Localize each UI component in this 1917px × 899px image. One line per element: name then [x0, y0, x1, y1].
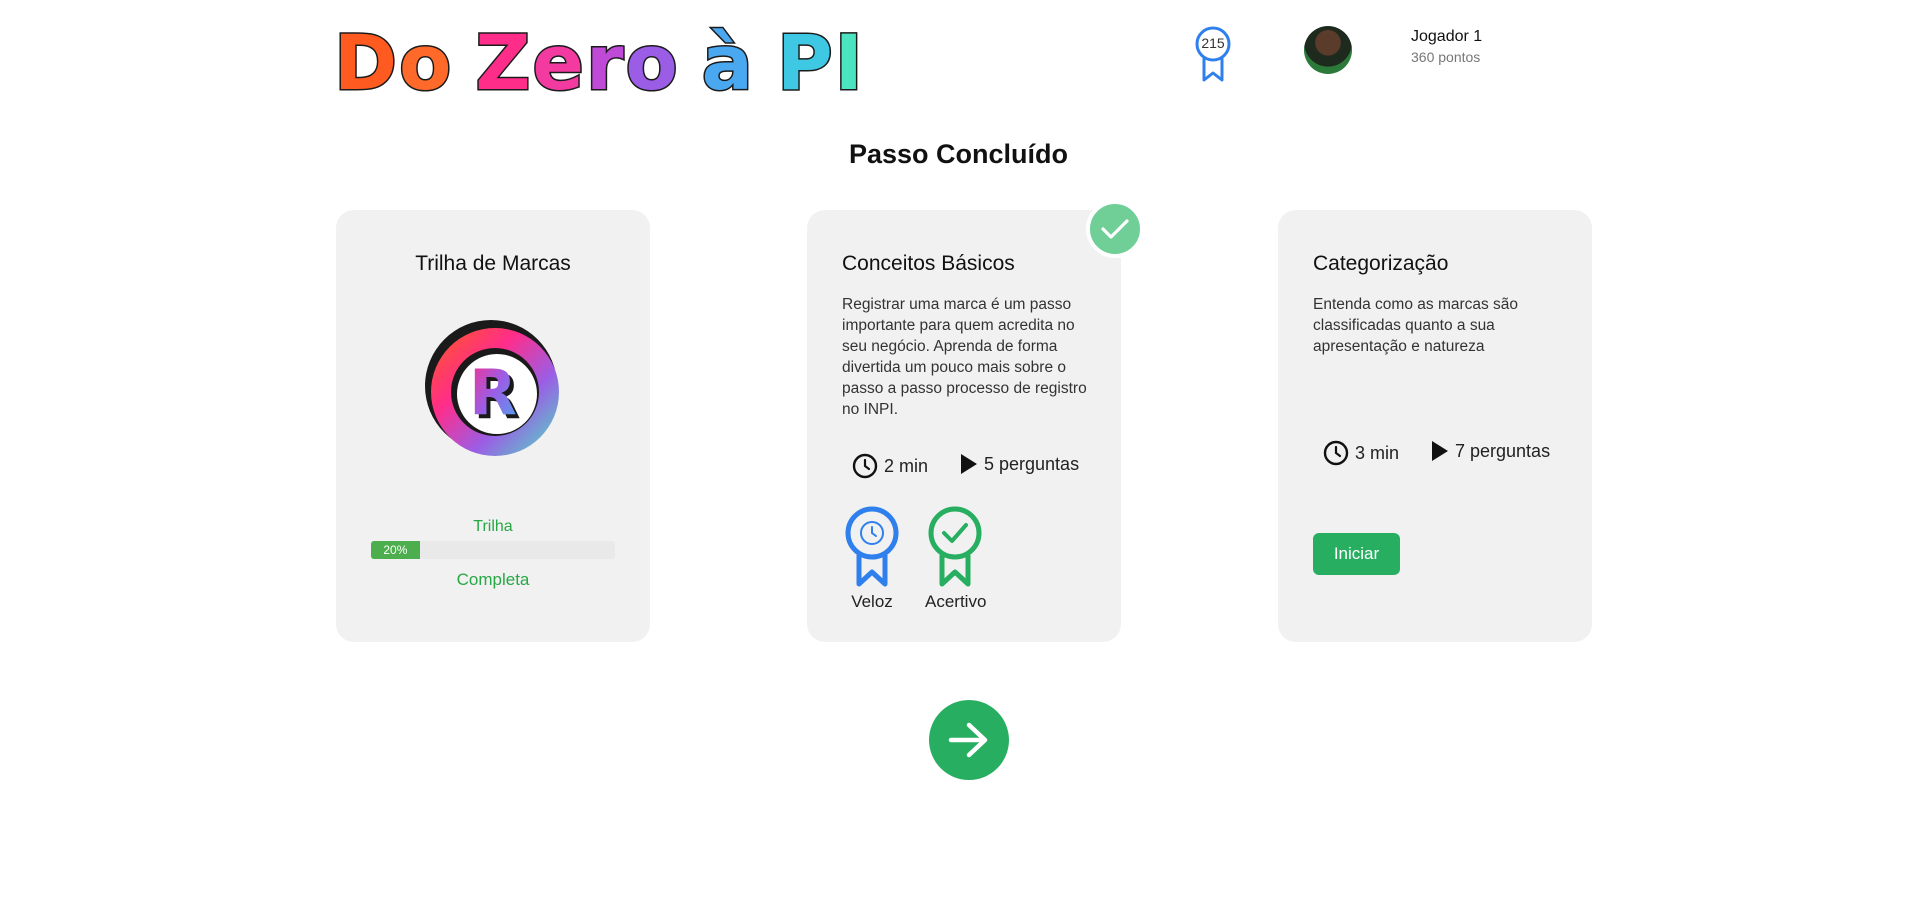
card-title: Trilha de Marcas: [415, 252, 571, 275]
start-button[interactable]: Iniciar: [1313, 533, 1400, 575]
score-badge[interactable]: 215: [1193, 26, 1233, 86]
card-description: Registrar uma marca é um passo important…: [842, 296, 1087, 418]
duration: 2 min: [852, 453, 928, 479]
medal-accurate: Acertivo: [925, 506, 987, 612]
clock-medal-icon: [845, 506, 899, 587]
clock-icon: [852, 453, 878, 479]
check-medal-icon: [928, 506, 982, 587]
question-count: 7 perguntas: [1431, 440, 1550, 462]
registered-trademark-icon: R R: [425, 320, 559, 456]
player-name: Jogador 1: [1411, 28, 1483, 45]
clock-icon: [1323, 440, 1349, 466]
check-icon: [1101, 219, 1129, 239]
play-icon: [961, 454, 977, 474]
next-button[interactable]: [929, 700, 1009, 780]
avatar[interactable]: [1304, 26, 1352, 74]
card-description: Entenda como as marcas são classificadas…: [1313, 296, 1519, 355]
complete-label: Completa: [456, 570, 530, 589]
arrow-right-icon: [948, 722, 988, 758]
duration-text: 2 min: [884, 455, 929, 476]
card-title: Categorização: [1313, 252, 1449, 275]
score-badge-count: 215: [1201, 35, 1225, 51]
question-count-text: 5 perguntas: [984, 453, 1080, 474]
medal-label: Acertivo: [925, 592, 987, 611]
duration-text: 3 min: [1355, 442, 1400, 463]
medal-label: Veloz: [851, 592, 893, 611]
trail-card: Trilha de Marcas R R Trilha 20% Completa: [336, 210, 650, 642]
lesson-card-categorization[interactable]: Categorização Entenda como as marcas são…: [1278, 210, 1592, 642]
medal-fast: Veloz: [842, 506, 902, 612]
play-icon: [1432, 441, 1448, 461]
lesson-card-basic-concepts[interactable]: Conceitos Básicos Registrar uma marca é …: [807, 210, 1121, 642]
question-count: 5 perguntas: [960, 453, 1079, 475]
player-points: 360 pontos: [1411, 49, 1481, 65]
app-logo[interactable]: Do Zero à PI: [332, 22, 865, 104]
svg-text:R: R: [469, 356, 517, 429]
trail-label: Trilha: [473, 518, 513, 535]
trail-progress-fill: 20%: [371, 541, 420, 559]
page-title: Passo Concluído: [848, 139, 1069, 169]
completed-check-badge: [1086, 200, 1144, 258]
question-count-text: 7 perguntas: [1455, 440, 1551, 461]
trail-progress-bar: 20%: [371, 541, 615, 559]
duration: 3 min: [1323, 440, 1399, 466]
card-title: Conceitos Básicos: [842, 252, 1015, 275]
